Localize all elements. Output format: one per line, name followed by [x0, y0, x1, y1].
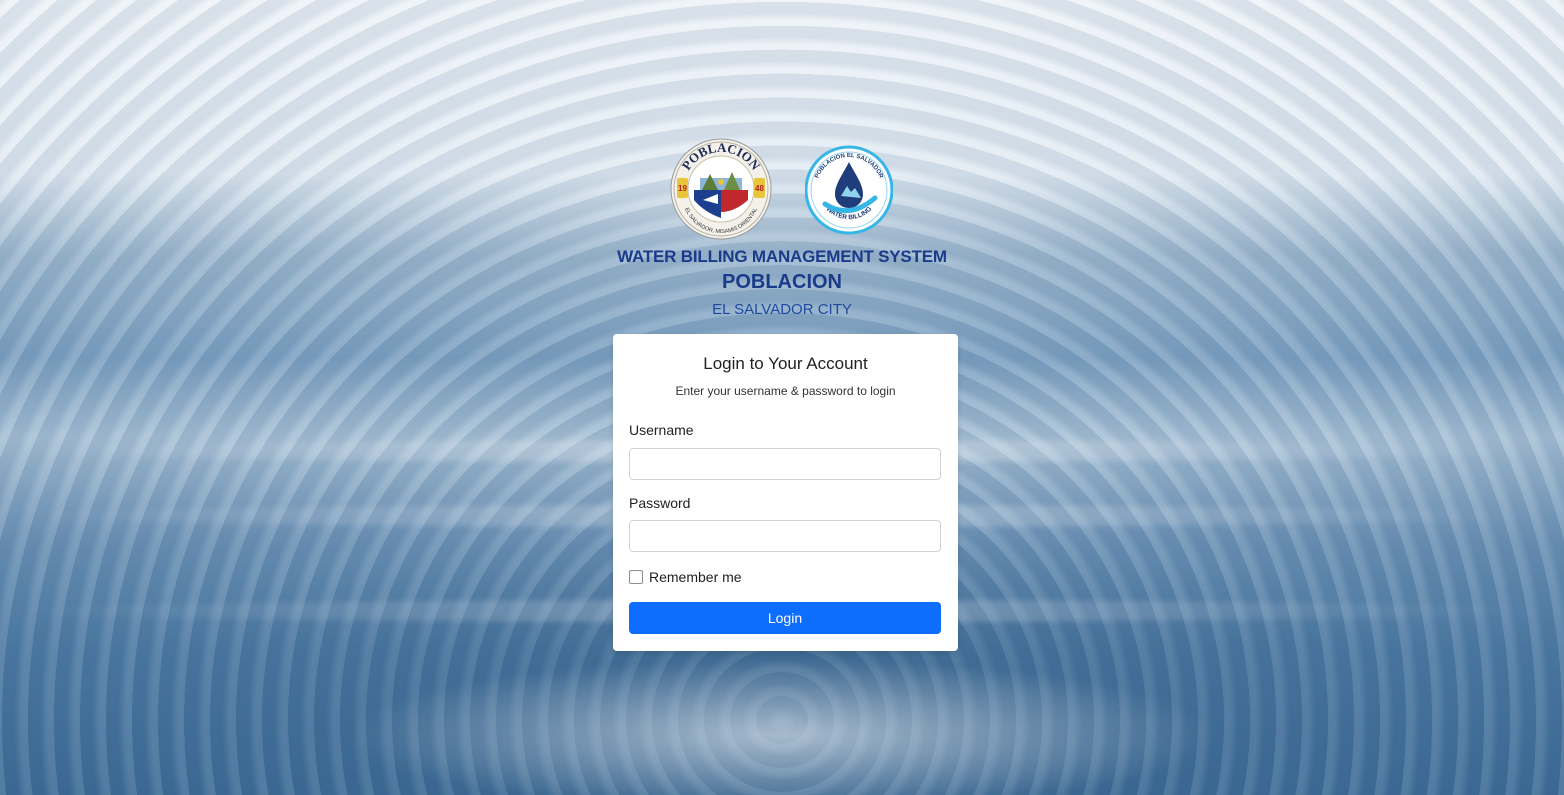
logo-row: POBLACION EL SALVADOR, MISAMIS ORIENTAL … [0, 138, 1564, 242]
username-input[interactable] [629, 448, 941, 480]
login-title: Login to Your Account [703, 354, 868, 373]
login-card: Login to Your Account Enter your usernam… [613, 334, 958, 651]
login-button[interactable]: Login [629, 602, 941, 634]
remember-me-label[interactable]: Remember me [649, 569, 742, 585]
system-title: WATER BILLING MANAGEMENT SYSTEM [617, 247, 947, 266]
seal-year-right: 48 [755, 184, 764, 193]
username-label: Username [629, 422, 694, 438]
password-input[interactable] [629, 520, 941, 552]
seal-year-left: 19 [678, 184, 687, 193]
water-billing-logo: POBLACION EL SALVADOR WATER BILLING [805, 145, 893, 235]
login-subtitle: Enter your username & password to login [675, 384, 896, 398]
remember-me-row[interactable]: Remember me [629, 568, 742, 586]
organization-name: POBLACION [722, 271, 842, 293]
poblacion-seal-logo: POBLACION EL SALVADOR, MISAMIS ORIENTAL … [670, 138, 772, 240]
remember-me-checkbox[interactable] [629, 570, 643, 584]
city-name: EL SALVADOR CITY [712, 301, 852, 318]
password-label: Password [629, 495, 691, 511]
